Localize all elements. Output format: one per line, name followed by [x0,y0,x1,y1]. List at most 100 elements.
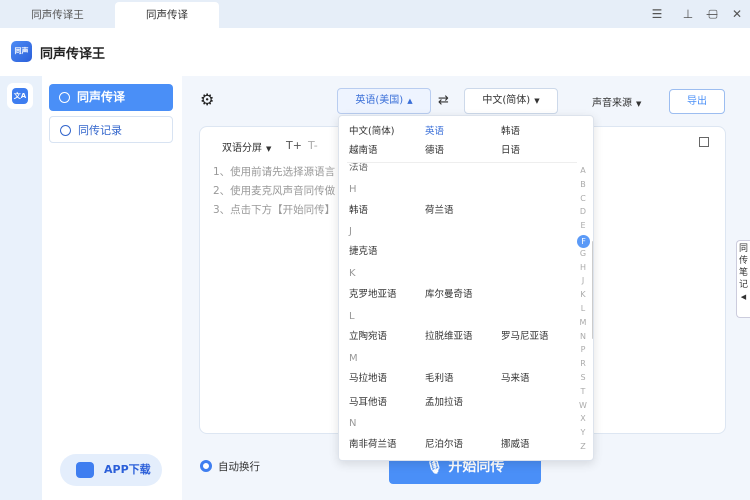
alphabet-letter-l[interactable]: L [575,304,591,313]
alphabet-letter-d[interactable]: D [575,207,591,216]
caret-down-icon: ▼ [534,97,540,105]
group-letter: J [349,226,352,237]
target-language-select[interactable]: 中文(简体) ▼ [464,88,558,114]
font-increase-button[interactable]: T+ [286,139,302,152]
lang-option[interactable]: 马耳他语 [349,394,387,408]
clock-icon [60,125,71,136]
gear-icon[interactable]: ⚙ [200,92,216,108]
display-mode-select[interactable]: 双语分屏 ▼ [222,139,271,154]
auto-wrap-label: 自动换行 [218,461,260,473]
font-decrease-button[interactable]: T- [308,139,318,152]
alphabet-letter-a[interactable]: A [575,166,591,175]
menu-icon[interactable]: ☰ [647,4,667,24]
lang-option[interactable]: 德语 [425,142,444,156]
alphabet-letter-c[interactable]: C [575,194,591,203]
tab-interpretation[interactable]: 同声传译 [115,2,219,28]
app-download-label: APP下载 [104,463,151,476]
alphabet-letter-w[interactable]: W [575,401,591,410]
sidebar-item-label: 同声传译 [77,90,126,104]
alphabet-letter-r[interactable]: R [575,359,591,368]
lang-option[interactable]: 马拉地语 [349,370,387,384]
alphabet-letter-j[interactable]: J [575,276,591,285]
alphabet-letter-e[interactable]: E [575,221,591,230]
alphabet-letter-b[interactable]: B [575,180,591,189]
target-language-value: 中文(简体) [482,95,531,106]
lang-option[interactable]: 立陶宛语 [349,328,387,342]
rail-translate-button[interactable]: 文A [7,83,33,109]
lang-option[interactable]: 荷兰语 [425,202,454,216]
lang-option[interactable]: 捷克语 [349,243,378,257]
sidebar-item-interpretation[interactable]: 同声传译 [49,84,173,111]
lang-option[interactable]: 挪威语 [501,436,530,450]
lang-option[interactable]: 尼泊尔语 [425,436,463,450]
alphabet-letter-f[interactable]: F [577,235,590,248]
sidebar-item-records[interactable]: 同传记录 [49,116,173,143]
usage-tips: 1、使用前请先选择源语言 2、使用麦克风声音同传做 3、点击下方【开始同传】 [213,163,335,220]
side-notes-label: 同传笔记 [738,244,748,290]
alphabet-letter-g[interactable]: G [575,249,591,258]
translate-icon: 文A [12,88,28,104]
auto-wrap-option[interactable]: 自动换行 [200,459,260,474]
side-notes-tab[interactable]: 同传笔记 ◀ [736,240,750,318]
lang-option[interactable]: 日语 [501,142,520,156]
alphabet-letter-m[interactable]: M [575,318,591,327]
app-logo: 同声 [11,41,32,62]
caret-up-icon: ▲ [407,97,413,105]
lang-option-selected[interactable]: 英语 [425,123,444,137]
alphabet-letter-z[interactable]: Z [575,442,591,451]
close-icon[interactable]: ✕ [727,4,747,24]
voice-source-select[interactable]: 声音来源 ▼ [592,94,641,109]
lang-option[interactable]: 孟加拉语 [425,394,463,408]
pin-icon[interactable]: ⊥ [678,4,698,24]
collapse-icon[interactable] [699,137,709,147]
lang-option[interactable]: 南非荷兰语 [349,436,397,450]
alphabet-letter-x[interactable]: X [575,414,591,423]
caret-down-icon: ▼ [266,145,272,153]
group-letter: M [349,353,358,364]
caret-down-icon: ▼ [636,100,642,108]
alphabet-letter-n[interactable]: N [575,332,591,341]
alphabet-letter-y[interactable]: Y [575,428,591,437]
lang-option[interactable]: 库尔曼奇语 [425,286,473,300]
sidebar-item-label: 同传记录 [78,124,122,137]
left-rail: 文A [0,76,42,500]
alphabet-letter-t[interactable]: T [575,387,591,396]
lang-option[interactable]: 罗马尼亚语 [501,328,549,342]
tip-line: 1、使用前请先选择源语言 [213,166,336,178]
source-language-select[interactable]: 英语(美国) ▲ [337,88,431,114]
lang-option[interactable]: 中文(简体) [349,123,394,137]
group-letter: H [349,184,357,195]
lang-option[interactable]: 越南语 [349,142,378,156]
swap-languages-icon[interactable]: ⇄ [438,93,449,108]
alphabet-letter-s[interactable]: S [575,373,591,382]
tip-line: 2、使用麦克风声音同传做 [213,185,336,197]
lang-option[interactable]: 毛利语 [425,370,454,384]
alphabet-letter-k[interactable]: K [575,290,591,299]
group-letter: K [349,268,356,279]
lang-option[interactable]: 韩语 [349,202,368,216]
language-dropdown: 中文(简体) 英语 韩语 越南语 德语 日语 法语 H 韩语 荷兰语 J 捷克语… [338,115,594,461]
alphabet-letter-p[interactable]: P [575,345,591,354]
tab-app-home[interactable]: 同声传译王 [0,2,115,28]
chevron-left-icon: ◀ [740,293,747,301]
tip-line: 3、点击下方【开始同传】 [213,204,336,216]
app-download-button[interactable]: APP下载 [60,454,162,486]
title-tab-bar: 同声传译王 同声传译 ☰ ⊥ — ▢ ✕ [0,0,750,28]
divider [347,162,577,163]
lang-option[interactable]: 韩语 [501,123,520,137]
lang-option[interactable]: 马来语 [501,370,530,384]
auto-wrap-radio[interactable] [200,460,212,472]
lang-option[interactable]: 拉脱维亚语 [425,328,473,342]
voice-source-label: 声音来源 [592,98,632,109]
app-title: 同声传译王 [40,47,106,62]
alphabet-letter-h[interactable]: H [575,263,591,272]
start-label: 开始同传 [448,459,505,475]
lang-option[interactable]: 克罗地亚语 [349,286,397,300]
sidebar: 同声传译 同传记录 APP下载 [42,76,182,500]
headphones-icon [59,92,70,103]
dropdown-scrollbar[interactable] [592,241,593,339]
maximize-icon[interactable]: ▢ [703,4,723,24]
group-letter: N [349,418,357,429]
export-button[interactable]: 导出 [669,89,725,114]
display-mode-value: 双语分屏 [222,143,262,154]
